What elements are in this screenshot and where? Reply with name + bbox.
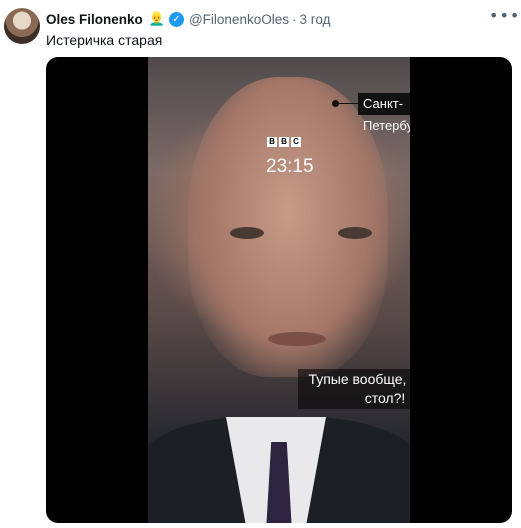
avatar[interactable] [4, 8, 40, 44]
verified-badge-icon: ✓ [168, 11, 184, 27]
right-eye-shape [338, 227, 372, 239]
location-label: Санкт-Петербург [358, 93, 410, 133]
author-emoji: 👱‍♂️ [148, 11, 165, 26]
video-subtitle: Тупые вообще, как этот стол?! [298, 369, 410, 409]
video-player[interactable]: Санкт-Петербург B B C 23:15 Тупые вообще… [46, 57, 512, 523]
location-pointer-line [336, 103, 358, 104]
bbc-logo: B B C [267, 137, 301, 147]
author-handle[interactable]: @FilonenkoOles [189, 12, 289, 27]
more-options-icon[interactable]: ••• [489, 6, 519, 26]
bbc-letter: B [267, 137, 277, 147]
left-eye-shape [230, 227, 264, 239]
tweet: Oles Filonenko 👱‍♂️ ✓ @FilonenkoOles · 3… [0, 0, 521, 528]
bbc-letter: B [279, 137, 289, 147]
video-frame: Санкт-Петербург B B C 23:15 Тупые вообще… [148, 57, 410, 523]
mouth-shape [268, 332, 326, 346]
tweet-text: Истеричка старая [46, 32, 163, 48]
separator-dot: · [291, 11, 297, 27]
tweet-timestamp[interactable]: 3 год [299, 12, 330, 27]
video-clock: 23:15 [266, 156, 314, 177]
bbc-letter: C [291, 137, 301, 147]
author-name[interactable]: Oles Filonenko [46, 12, 143, 27]
tweet-header: Oles Filonenko 👱‍♂️ ✓ @FilonenkoOles · 3… [46, 9, 330, 29]
